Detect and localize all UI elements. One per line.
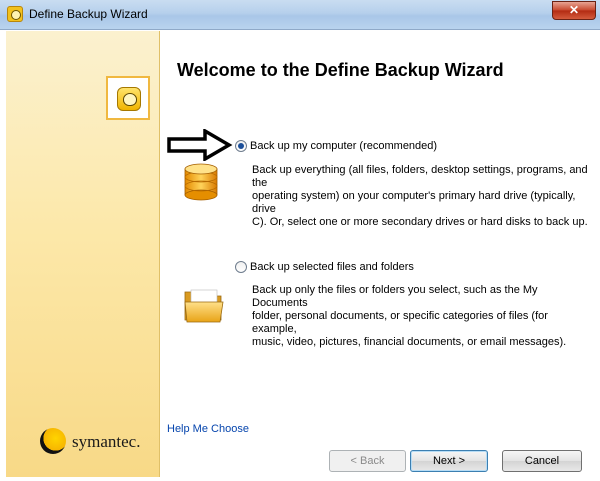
window-title: Define Backup Wizard: [29, 7, 148, 21]
radio-backup-computer[interactable]: [235, 140, 247, 152]
description-line: Back up everything (all files, folders, …: [252, 164, 588, 189]
symantec-wordmark: symantec.: [72, 432, 141, 451]
option-backup-selected-label[interactable]: Back up selected files and folders: [250, 261, 414, 273]
wizard-sidebar: symantec.: [6, 31, 160, 477]
description-line: C). Or, select one or more secondary dri…: [252, 216, 588, 228]
database-icon: [184, 163, 218, 201]
option-backup-computer-label[interactable]: Back up my computer (recommended): [250, 140, 437, 152]
arrow-pointer-icon: [167, 129, 233, 161]
app-icon: [7, 6, 23, 22]
description-line: operating system) on your computer's pri…: [252, 190, 576, 215]
help-me-choose-link[interactable]: Help Me Choose: [167, 423, 249, 435]
description-line: Back up only the files or folders you se…: [252, 284, 538, 309]
symantec-logo-icon: [40, 428, 66, 454]
symantec-brand: symantec.: [30, 423, 148, 465]
description-line: music, video, pictures, financial docume…: [252, 336, 567, 348]
radio-backup-selected[interactable]: [235, 261, 247, 273]
title-bar: Define Backup Wizard ✕: [0, 0, 600, 30]
norton-logo-icon: [106, 76, 150, 120]
back-button[interactable]: < Back: [329, 450, 406, 472]
page-title: Welcome to the Define Backup Wizard: [177, 60, 504, 80]
option-backup-computer-description: Back up everything (all files, folders, …: [252, 164, 588, 229]
option-backup-selected-description: Back up only the files or folders you se…: [252, 284, 588, 349]
next-button[interactable]: Next >: [410, 450, 488, 472]
cancel-button[interactable]: Cancel: [502, 450, 582, 472]
description-line: folder, personal documents, or specific …: [252, 310, 548, 335]
close-button[interactable]: ✕: [552, 1, 596, 20]
folder-icon: [184, 289, 224, 323]
